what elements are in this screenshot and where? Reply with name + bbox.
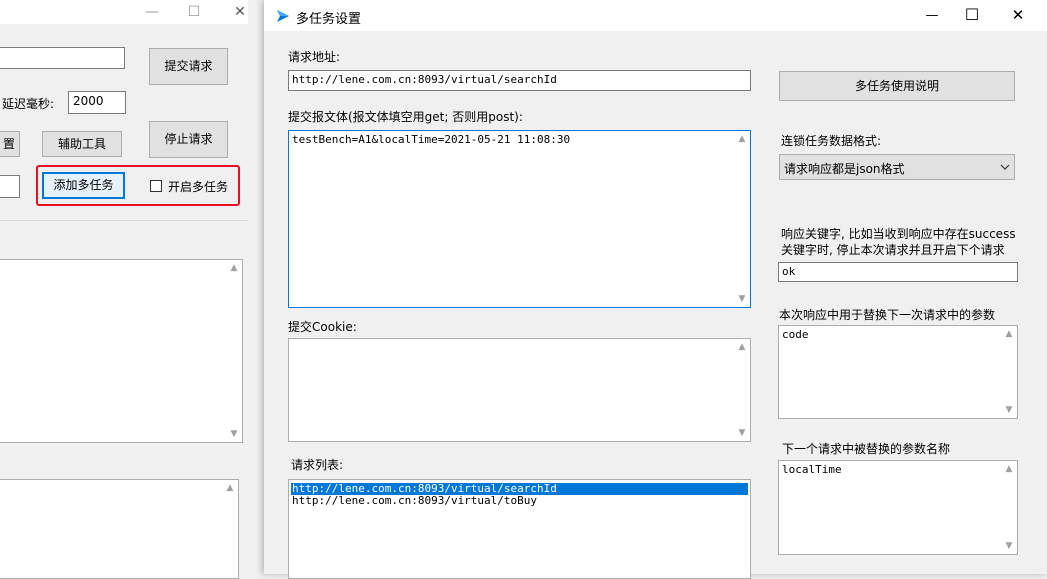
bg-response-textarea[interactable]: ▲ ▼ — [0, 259, 243, 443]
bg-minimize-button[interactable]: — — [138, 0, 166, 24]
scroll-down-icon[interactable]: ▼ — [734, 427, 750, 439]
cookie-label: 提交Cookie: — [288, 320, 357, 334]
cookie-textarea[interactable]: ▲ ▼ — [288, 338, 751, 442]
bg-titlebar: — ☐ ✕ — [0, 0, 264, 24]
bg-log-scrollbar[interactable]: ▲ — [222, 480, 238, 578]
scroll-down-icon[interactable]: ▼ — [1001, 404, 1017, 416]
url-input[interactable]: http://lene.com.cn:8093/virtual/searchId — [288, 70, 751, 91]
body-text: testBench=A1&localTime=2021-05-21 11:08:… — [292, 133, 571, 146]
scroll-up-icon[interactable]: ▲ — [226, 262, 242, 274]
format-label: 连锁任务数据格式: — [781, 134, 882, 148]
request-list-label: 请求列表: — [291, 458, 344, 472]
replace-text: code — [782, 328, 809, 341]
keyword-input[interactable]: ok — [778, 262, 1018, 282]
keyword-label-line2: 关键字时, 停止本次请求并且开启下个请求 — [781, 243, 1005, 257]
bg-window-edge — [248, 0, 264, 574]
enable-multitask-label: 开启多任务 — [168, 180, 229, 194]
request-listbox[interactable]: http://lene.com.cn:8093/virtual/searchId… — [288, 479, 751, 579]
stop-request-button[interactable]: 停止请求 — [149, 121, 228, 158]
minimize-button[interactable]: — — [914, 0, 950, 31]
scroll-up-icon[interactable]: ▲ — [1001, 328, 1017, 340]
body-scrollbar[interactable]: ▲ ▼ — [734, 131, 750, 307]
format-select-value: 请求响应都是json格式 — [784, 162, 905, 176]
bg-log-textarea[interactable]: ▲ — [0, 479, 239, 579]
body-textarea[interactable]: testBench=A1&localTime=2021-05-21 11:08:… — [288, 130, 751, 308]
param-scrollbar[interactable]: ▲ ▼ — [1001, 461, 1017, 554]
request-list-item[interactable]: http://lene.com.cn:8093/virtual/toBuy — [291, 495, 748, 507]
scroll-down-icon[interactable]: ▼ — [734, 293, 750, 305]
param-textarea[interactable]: localTime ▲ ▼ — [778, 460, 1018, 555]
app-arrow-icon — [277, 10, 289, 22]
add-multitask-button[interactable]: 添加多任务 — [42, 172, 125, 199]
keyword-label-line1: 响应关键字, 比如当收到响应中存在success — [781, 227, 1016, 241]
bg-response-scrollbar[interactable]: ▲ ▼ — [226, 260, 242, 442]
close-button[interactable]: ✕ — [1000, 0, 1036, 31]
scroll-up-icon[interactable]: ▲ — [734, 133, 750, 145]
helper-tools-button[interactable]: 辅助工具 — [42, 131, 122, 157]
param-label: 下一个请求中被替换的参数名称 — [782, 442, 951, 456]
dialog-title: 多任务设置 — [296, 12, 362, 27]
scroll-up-icon[interactable]: ▲ — [734, 341, 750, 353]
bg-maximize-button[interactable]: ☐ — [180, 0, 208, 24]
enable-multitask-checkbox[interactable] — [150, 180, 162, 192]
bg-url-input[interactable] — [0, 47, 125, 69]
param-text: localTime — [782, 463, 842, 476]
delay-input[interactable]: 2000 — [68, 91, 126, 114]
scroll-up-icon[interactable]: ▲ — [1001, 463, 1017, 475]
scroll-down-icon[interactable]: ▼ — [226, 428, 242, 440]
dialog-titlebar: 多任务设置 — ☐ ✕ — [264, 0, 1047, 31]
cookie-scrollbar[interactable]: ▲ ▼ — [734, 339, 750, 441]
replace-scrollbar[interactable]: ▲ ▼ — [1001, 326, 1017, 418]
replace-textarea[interactable]: code ▲ ▼ — [778, 325, 1018, 419]
scroll-up-icon[interactable]: ▲ — [222, 482, 238, 494]
divider — [0, 220, 248, 221]
format-select[interactable]: 请求响应都是json格式 — [779, 154, 1015, 180]
background-window: — ☐ ✕ 提交请求 延迟毫秒: 2000 置 辅助工具 停止请求 添加多任务 … — [0, 0, 264, 579]
scroll-down-icon[interactable]: ▼ — [1001, 540, 1017, 552]
url-label: 请求地址: — [288, 50, 341, 64]
cookie-text — [289, 339, 750, 343]
partial-button[interactable]: 置 — [0, 131, 20, 157]
multitask-dialog: 多任务设置 — ☐ ✕ 请求地址: http://lene.com.cn:809… — [264, 0, 1047, 579]
multitask-help-button[interactable]: 多任务使用说明 — [779, 71, 1015, 101]
bg-small-input[interactable] — [0, 175, 20, 198]
maximize-button[interactable]: ☐ — [954, 0, 990, 31]
body-label: 提交报文体(报文体填空用get; 否则用post): — [288, 110, 523, 124]
submit-request-button[interactable]: 提交请求 — [149, 48, 228, 85]
delay-label: 延迟毫秒: — [2, 97, 55, 111]
replace-label: 本次响应中用于替换下一次请求中的参数 — [779, 308, 996, 322]
chevron-down-icon — [1000, 164, 1010, 170]
